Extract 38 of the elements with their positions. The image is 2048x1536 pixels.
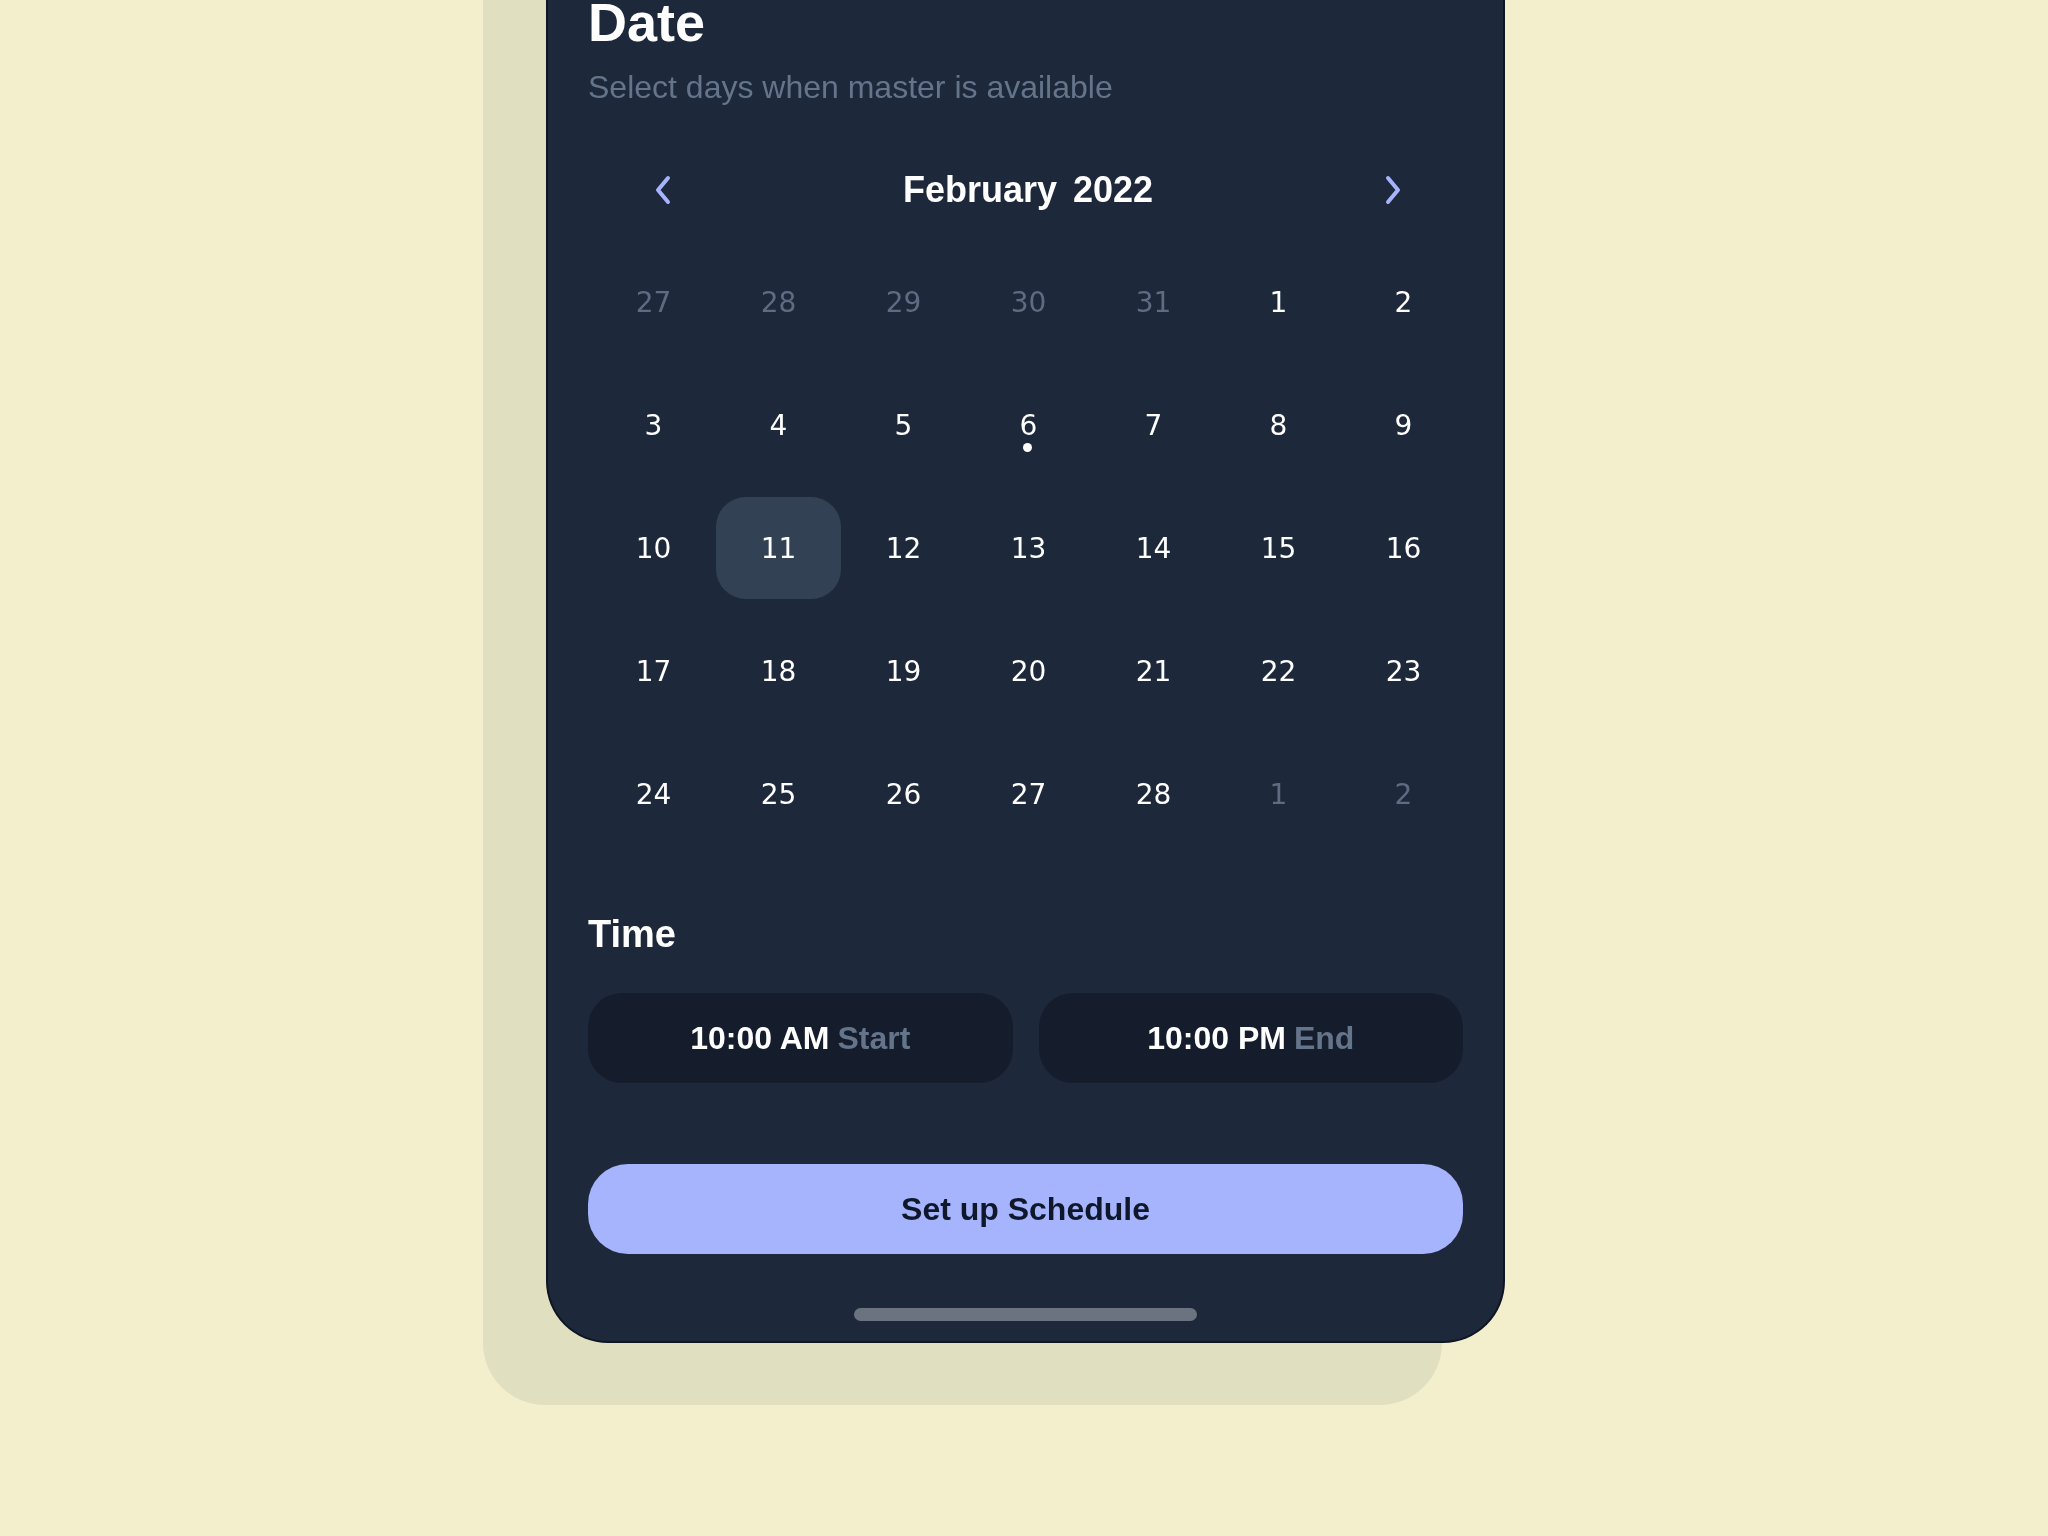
calendar-day[interactable]: 25 (716, 743, 841, 846)
set-up-schedule-button[interactable]: Set up Schedule (588, 1164, 1463, 1255)
calendar-day[interactable]: 6 (966, 374, 1091, 477)
calendar-day[interactable]: 19 (841, 620, 966, 723)
calendar-day[interactable]: 22 (1216, 620, 1341, 723)
calendar-day[interactable]: 1 (1216, 251, 1341, 354)
chevron-right-icon (1383, 174, 1403, 205)
calendar-day[interactable]: 26 (841, 743, 966, 846)
year-label: 2022 (1073, 168, 1154, 211)
calendar-day[interactable]: 11 (716, 497, 841, 600)
calendar-day[interactable]: 24 (591, 743, 716, 846)
calendar-day[interactable]: 3 (591, 374, 716, 477)
calendar-day[interactable]: 20 (966, 620, 1091, 723)
calendar-day[interactable]: 5 (841, 374, 966, 477)
calendar-day[interactable]: 16 (1341, 497, 1466, 600)
calendar-day[interactable]: 10 (591, 497, 716, 600)
screen-subtitle: Select days when master is available (588, 68, 1114, 107)
calendar-day[interactable]: 9 (1341, 374, 1466, 477)
calendar-day[interactable]: 8 (1216, 374, 1341, 477)
calendar-day[interactable]: 18 (716, 620, 841, 723)
month-label: February (902, 168, 1057, 211)
calendar-day[interactable]: 14 (1091, 497, 1216, 600)
screen-title: Date (588, 0, 707, 52)
calendar-day[interactable]: 27 (966, 743, 1091, 846)
section-title: Time (588, 912, 677, 958)
calendar-day[interactable]: 28 (1091, 743, 1216, 846)
calendar-day[interactable]: 12 (841, 497, 966, 600)
calendar-day[interactable]: 7 (1091, 374, 1216, 477)
calendar-day[interactable]: 4 (716, 374, 841, 477)
time-field[interactable]: 10:00 AM Start (588, 993, 1013, 1084)
chevron-left-icon (653, 174, 673, 205)
calendar-day[interactable]: 21 (1091, 620, 1216, 723)
calendar-day[interactable]: 2 (1341, 251, 1466, 354)
calendar-day[interactable]: 13 (966, 497, 1091, 600)
calendar-day[interactable]: 23 (1341, 620, 1466, 723)
calendar-day[interactable]: 15 (1216, 497, 1341, 600)
time-field[interactable]: 10:00 PM End (1038, 993, 1463, 1084)
calendar-day[interactable]: 17 (591, 620, 716, 723)
